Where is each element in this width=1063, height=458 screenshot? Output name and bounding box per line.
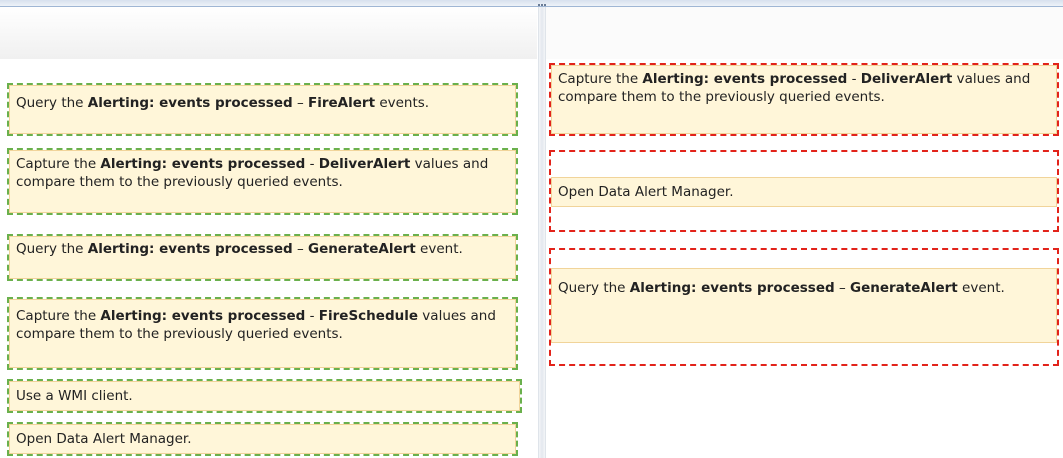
answer-area-header <box>546 7 1063 59</box>
item-text: Capture the <box>16 156 101 172</box>
item-text: Open Data Alert Manager. <box>558 184 734 200</box>
item-text: Query the <box>16 241 88 257</box>
item-text: – <box>292 241 309 257</box>
bold-term: Alerting: events processed <box>87 241 293 257</box>
item-text: events. <box>375 95 430 111</box>
item-text: Query the <box>16 95 88 111</box>
item-text: event. <box>957 280 1005 296</box>
bold-term: DeliverAlert <box>318 156 411 172</box>
item-text: – <box>292 95 309 111</box>
bold-term: Alerting: events processed <box>629 280 835 296</box>
bold-term: FireAlert <box>308 95 376 111</box>
item-text: – <box>834 280 851 296</box>
source-item[interactable]: Use a WMI client. <box>9 381 520 411</box>
splitter-grip-icon[interactable] <box>538 4 546 12</box>
bold-term: FireSchedule <box>318 308 419 324</box>
item-text: Query the <box>558 280 630 296</box>
answer-item[interactable]: Query the Alerting: events processed – G… <box>551 268 1057 343</box>
item-text: Use a WMI client. <box>16 388 133 404</box>
answer-item[interactable]: Capture the Alerting: events processed -… <box>551 65 1057 134</box>
bold-term: Alerting: events processed <box>100 308 306 324</box>
source-item[interactable]: Capture the Alerting: events processed -… <box>9 150 516 213</box>
item-text: Capture the <box>16 308 101 324</box>
column-splitter[interactable] <box>538 7 546 458</box>
source-item[interactable]: Query the Alerting: events processed – F… <box>9 85 516 134</box>
item-text: event. <box>415 241 463 257</box>
source-item[interactable]: Query the Alerting: events processed – G… <box>9 236 516 279</box>
item-text: - <box>847 71 861 87</box>
item-text: Capture the <box>558 71 643 87</box>
bold-term: DeliverAlert <box>860 71 953 87</box>
item-text: - <box>305 156 319 172</box>
answer-item[interactable]: Open Data Alert Manager. <box>551 177 1057 207</box>
source-item[interactable]: Open Data Alert Manager. <box>9 424 516 454</box>
bold-term: Alerting: events processed <box>642 71 848 87</box>
bold-term: GenerateAlert <box>308 241 416 257</box>
bold-term: GenerateAlert <box>850 280 958 296</box>
top-rule <box>0 0 1063 7</box>
source-list-header <box>0 7 537 59</box>
item-text: Open Data Alert Manager. <box>16 431 192 447</box>
bold-term: Alerting: events processed <box>100 156 306 172</box>
source-item[interactable]: Capture the Alerting: events processed -… <box>9 299 516 368</box>
bold-term: Alerting: events processed <box>87 95 293 111</box>
item-text: - <box>305 308 319 324</box>
